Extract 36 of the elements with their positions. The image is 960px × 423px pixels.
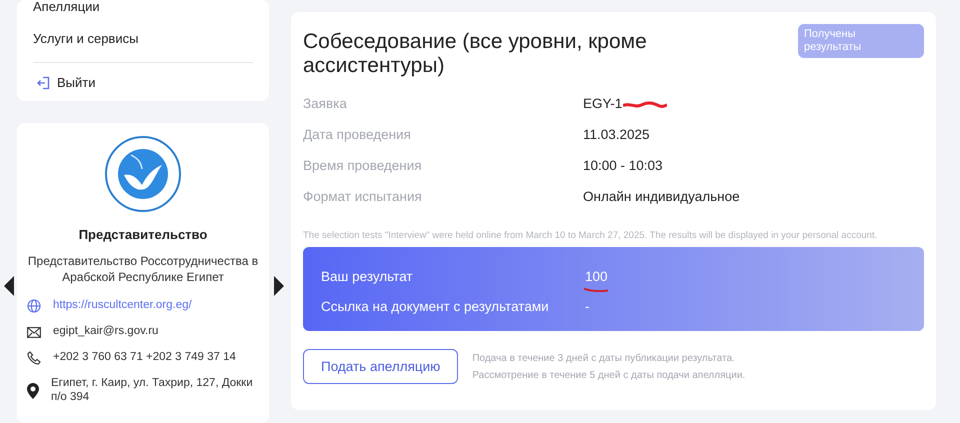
result-label: Ваш результат	[321, 268, 414, 284]
location-pin-icon	[27, 382, 39, 399]
previous-arrow-icon[interactable]	[4, 276, 14, 296]
detail-value: EGY-1	[583, 96, 622, 112]
result-value: -	[585, 298, 590, 314]
underline-mark	[583, 286, 609, 292]
phone-icon	[27, 350, 41, 365]
logo-icon	[104, 135, 182, 213]
detail-value: Онлайн индивидуальное	[583, 189, 740, 204]
envelope-icon	[27, 326, 41, 338]
menu-item[interactable]: Услуги и сервисы	[33, 21, 253, 52]
appeal-note: Подача в течение 3 дней с даты публикации результата.	[472, 352, 736, 366]
detail-value: 10:00 - 10:03	[583, 158, 663, 174]
result-value: 100	[585, 268, 608, 284]
next-arrow-icon[interactable]	[274, 276, 284, 296]
detail-value: 11.03.2025	[583, 127, 650, 142]
appeal-button[interactable]: Подать апелляцию	[303, 349, 458, 384]
postal-address: Египет, г. Каир, ул. Тахрир, 127, Докки п/о 394	[51, 376, 254, 405]
office-name: Представительство Россотрудничества в Арабской Республике Египет	[26, 254, 260, 286]
detail-label: Дата проведения	[303, 127, 412, 142]
globe-icon	[27, 299, 41, 314]
status-badge: Получены результаты	[798, 24, 924, 58]
website-link[interactable]: https://ruscultcenter.org.eg/	[53, 299, 192, 314]
phone-numbers: +202 3 760 63 71 +202 3 749 37 14	[53, 351, 236, 365]
detail-label: Заявка	[303, 96, 348, 112]
appeal-note: Рассмотрение в течение 5 дней с даты подачи апелляции.	[472, 368, 746, 383]
exam-title: Собеседование (все уровни, кроме ассистентуры)	[303, 29, 648, 78]
email-address: egipt_kair@rs.gov.ru	[53, 325, 158, 339]
result-label: Ссылка на документ с результатами	[321, 298, 550, 314]
office-title: Представительство	[78, 227, 208, 242]
menu-item[interactable]: Апелляции	[33, 0, 253, 21]
logout-button[interactable]: Выйти	[33, 75, 96, 90]
info-note: The selection tests "Interview" were held online from March 10 to March 27, 2025. The results will be displayed in your personal account.	[303, 230, 878, 242]
logout-icon	[37, 76, 51, 90]
detail-label: Время проведения	[303, 158, 423, 174]
detail-label: Формат испытания	[303, 189, 423, 204]
